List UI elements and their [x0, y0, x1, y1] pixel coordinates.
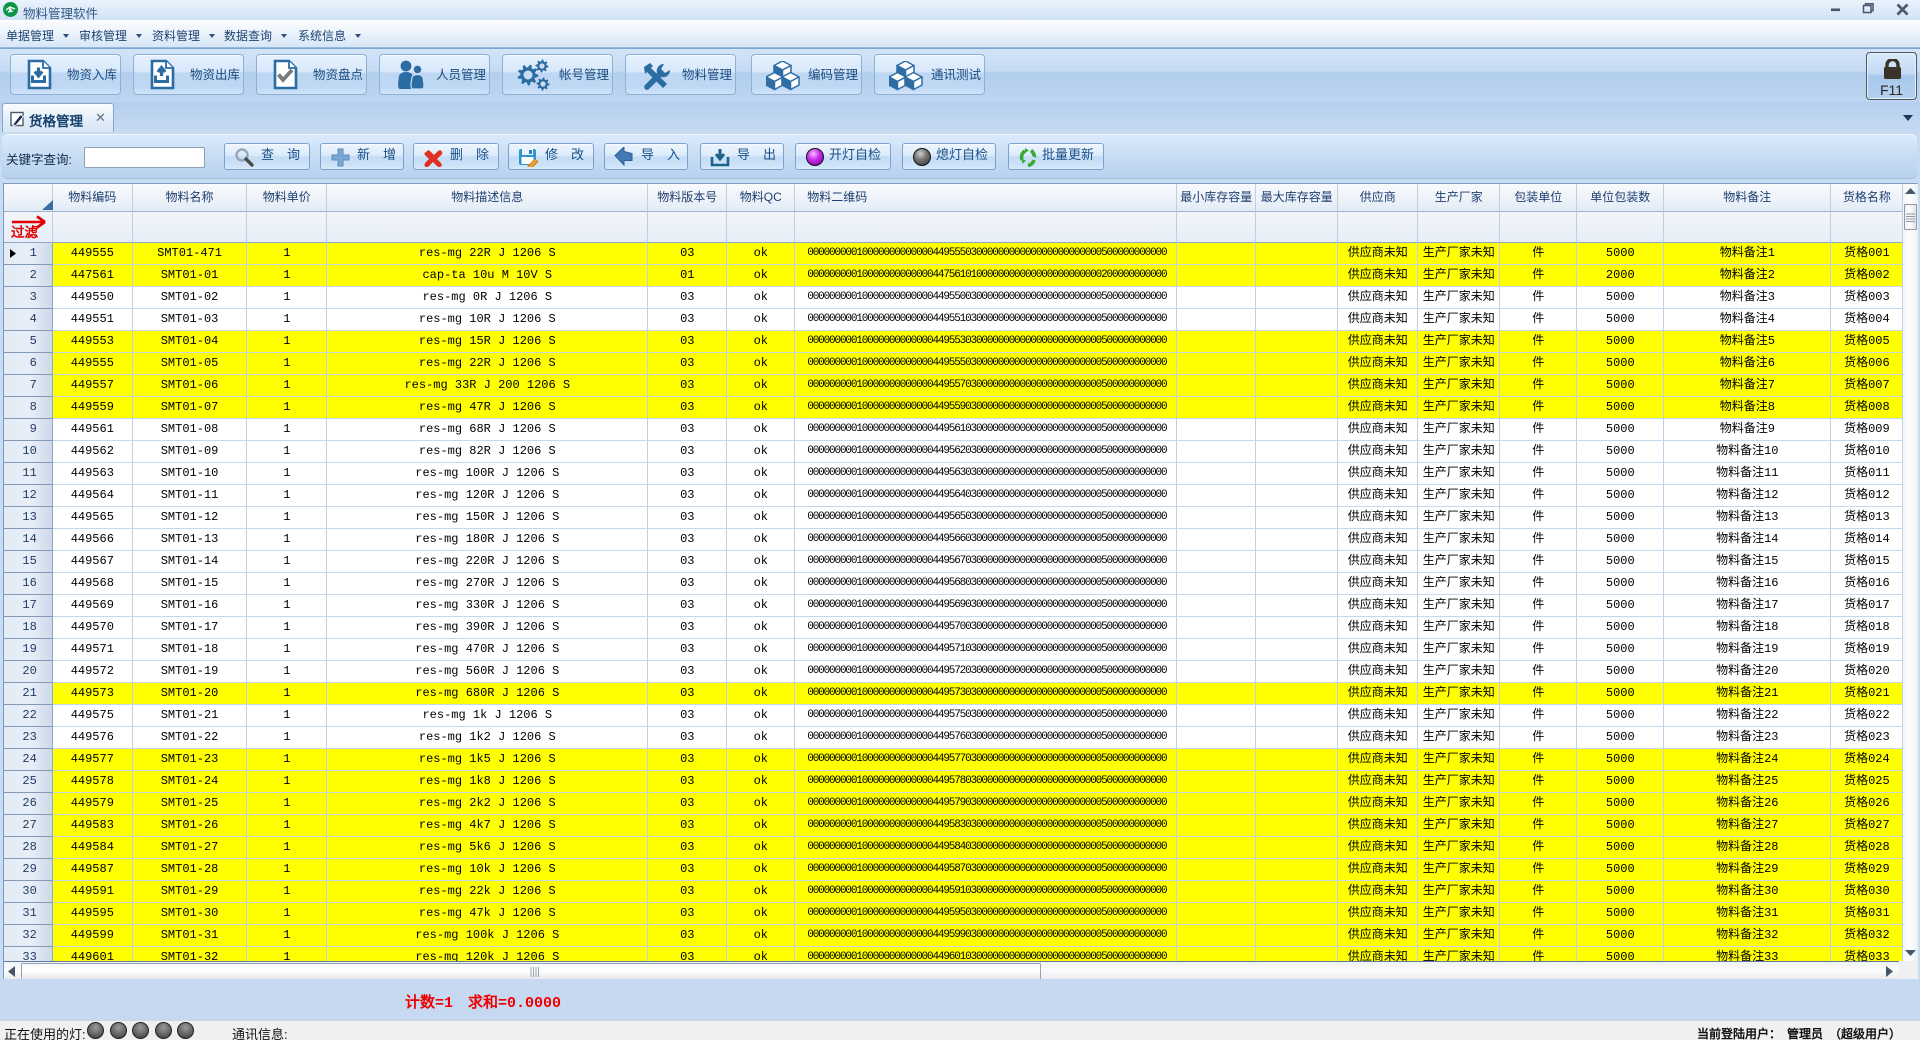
svg-text:过滤: 过滤	[11, 224, 38, 240]
